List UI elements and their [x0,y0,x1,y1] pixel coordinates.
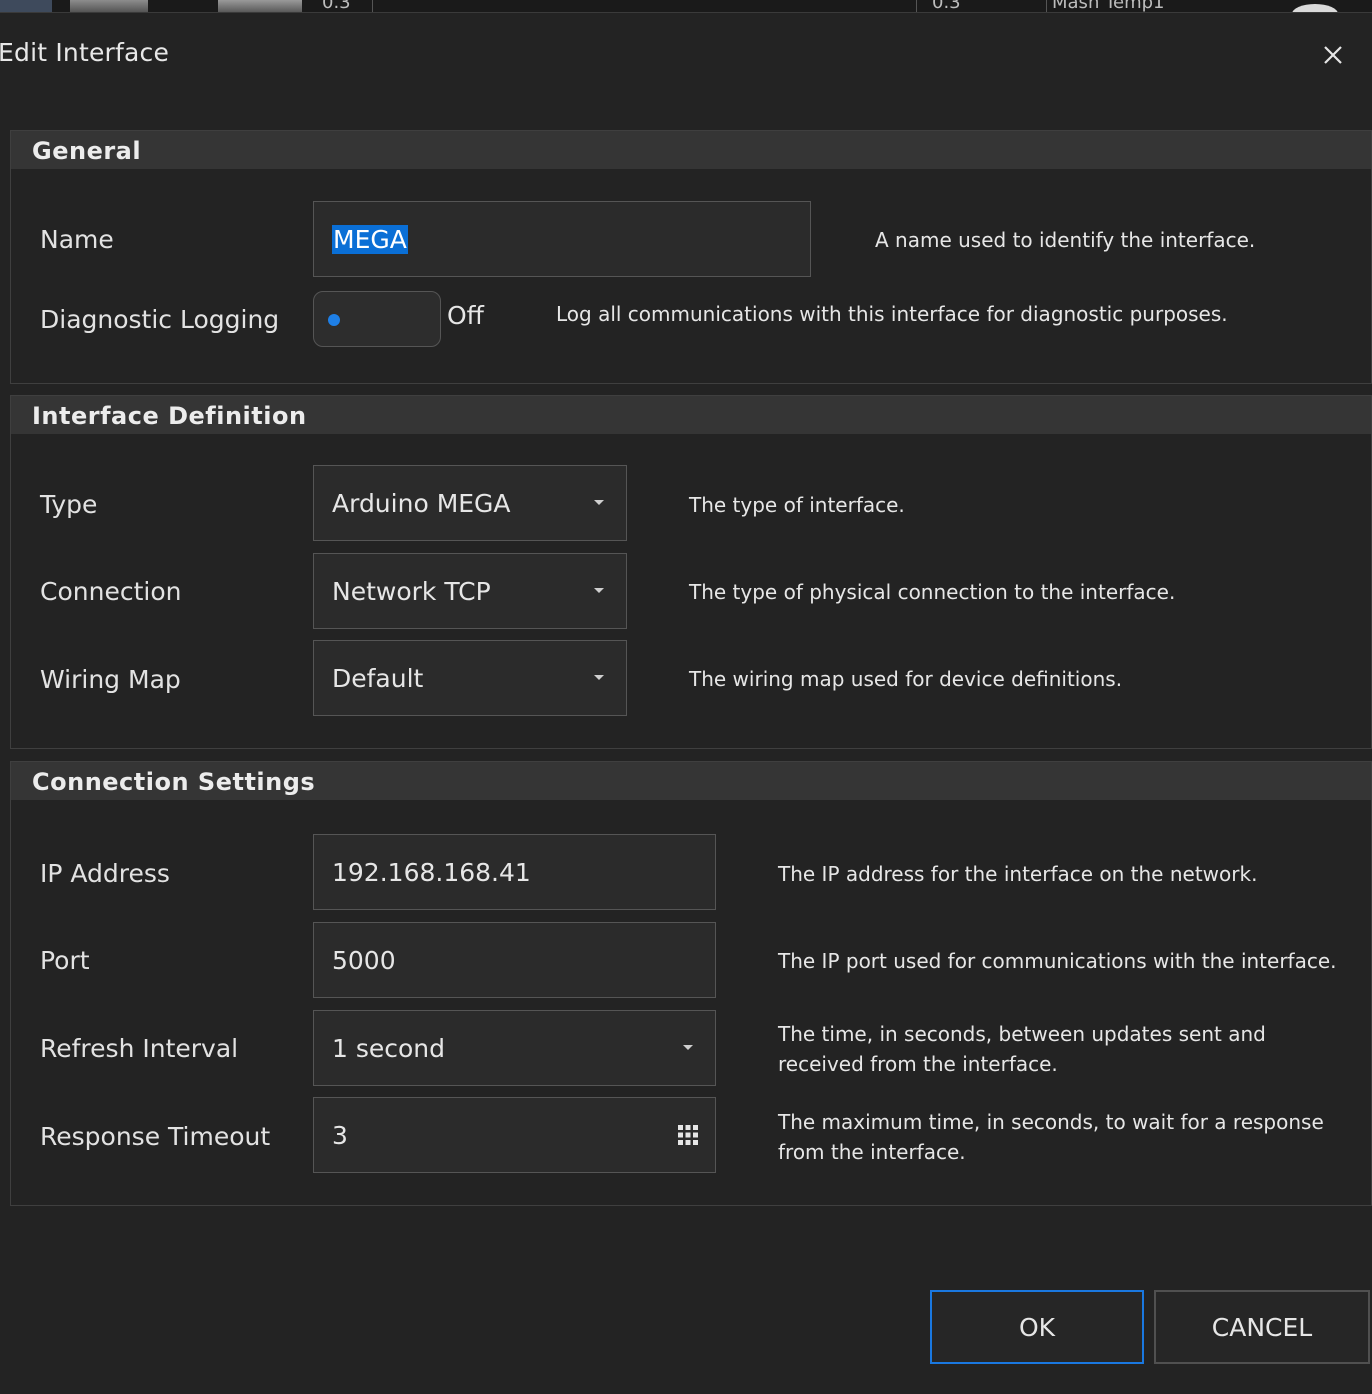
diagnostic-logging-label: Diagnostic Logging [40,305,280,334]
refresh-interval-value: 1 second [332,1033,446,1063]
section-header: Interface Definition [11,396,1371,434]
close-icon [1324,46,1342,64]
connection-select[interactable]: Network TCP [313,553,627,629]
background-value: 0.3 [932,0,961,13]
diagnostic-logging-toggle[interactable] [313,291,441,347]
type-label: Type [40,490,98,519]
chevron-down-icon [594,675,604,680]
name-description: A name used to identify the interface. [875,228,1256,252]
diagnostic-logging-state: Off [447,301,484,330]
name-label: Name [40,225,114,254]
background-thumbnail [0,0,52,12]
connection-description: The type of physical connection to the i… [689,580,1176,604]
response-timeout-value: 3 [332,1120,348,1150]
port-description: The IP port used for communications with… [778,949,1337,973]
description-line: received from the interface. [778,1052,1058,1076]
divider [372,0,373,12]
response-timeout-label: Response Timeout [40,1122,271,1151]
close-button[interactable] [1316,38,1350,72]
description-line: The time, in seconds, between updates se… [778,1022,1266,1046]
description-line: from the interface. [778,1140,966,1164]
type-value: Arduino MEGA [332,488,511,518]
section-connection-settings: Connection Settings IP Address 192.168.1… [10,761,1372,1206]
wiring-map-select[interactable]: Default [313,640,627,716]
diagnostic-logging-description: Log all communications with this interfa… [556,302,1228,326]
divider [1046,0,1047,12]
background-label: Mash Temp1 [1052,0,1165,13]
divider [916,0,917,12]
toggle-knob [328,314,340,326]
chevron-down-icon [594,500,604,505]
ok-button[interactable]: OK [930,1290,1144,1364]
refresh-interval-select[interactable]: 1 second [313,1010,716,1086]
connection-value: Network TCP [332,576,491,606]
type-description: The type of interface. [689,493,905,517]
connection-label: Connection [40,577,182,606]
type-select[interactable]: Arduino MEGA [313,465,627,541]
ip-address-label: IP Address [40,859,170,888]
background-thumbnail [70,0,148,12]
section-general: General Name MEGA A name used to identif… [10,130,1372,384]
refresh-interval-label: Refresh Interval [40,1034,239,1063]
name-value-selected: MEGA [332,224,408,254]
response-timeout-description: The maximum time, in seconds, to wait fo… [778,1107,1324,1167]
background-value: 0.3 [322,0,351,13]
port-value: 5000 [332,945,396,975]
keypad-icon[interactable] [677,1124,699,1146]
cancel-button[interactable]: CANCEL [1154,1290,1370,1364]
name-input[interactable]: MEGA [313,201,811,277]
ip-address-description: The IP address for the interface on the … [778,862,1258,886]
dialog-title: Edit Interface [0,38,170,67]
refresh-interval-description: The time, in seconds, between updates se… [778,1019,1266,1079]
chevron-down-icon [594,588,604,593]
wiring-map-description: The wiring map used for device definitio… [689,667,1123,691]
section-header: Connection Settings [11,762,1371,800]
ip-address-value: 192.168.168.41 [332,857,531,887]
port-input[interactable]: 5000 [313,922,716,998]
wiring-map-value: Default [332,663,424,693]
port-label: Port [40,946,90,975]
response-timeout-input[interactable]: 3 [313,1097,716,1173]
background-knob [1292,4,1338,12]
ip-address-input[interactable]: 192.168.168.41 [313,834,716,910]
chevron-down-icon [683,1045,693,1050]
section-interface-definition: Interface Definition Type Arduino MEGA T… [10,395,1372,749]
background-app-strip: 0.3 0.3 Mash Temp1 [0,0,1372,13]
background-thumbnail [218,0,302,12]
wiring-map-label: Wiring Map [40,665,181,694]
section-header: General [11,131,1371,169]
description-line: The maximum time, in seconds, to wait fo… [778,1110,1324,1134]
